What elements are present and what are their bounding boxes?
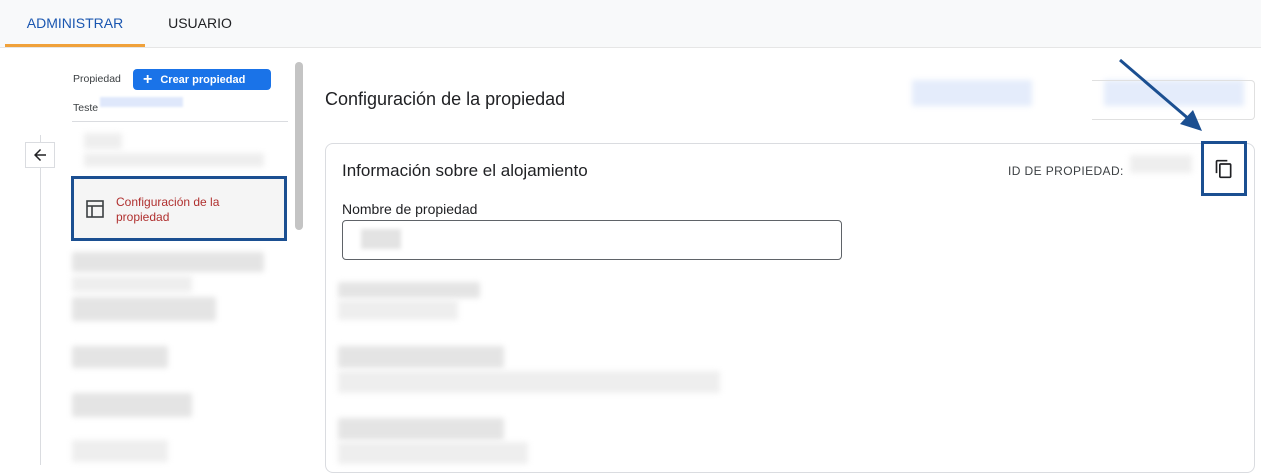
tab-usuario[interactable]: USUARIO: [150, 0, 250, 47]
redacted-nav-item: [72, 346, 168, 368]
property-name: Teste: [73, 102, 99, 114]
page-title: Configuración de la propiedad: [325, 89, 566, 109]
layout-icon: [86, 200, 104, 218]
header-info-card: [1092, 80, 1255, 120]
redacted-nav-item: [84, 133, 122, 149]
arrow-left-icon: [34, 149, 46, 161]
card-title: Información sobre el alojamiento: [342, 161, 588, 180]
redacted-setting-label: [338, 346, 504, 368]
redacted-header-info: [912, 80, 1032, 106]
property-name-input[interactable]: [342, 220, 842, 260]
plus-icon: +: [143, 70, 153, 88]
tab-administrar[interactable]: ADMINISTRAR: [5, 0, 145, 47]
redacted-setting-label: [338, 282, 480, 298]
redacted-nav-item: [72, 276, 192, 292]
redacted-setting-value: [338, 371, 720, 393]
create-property-label: Crear propiedad: [160, 73, 246, 86]
redacted-nav-item: [72, 440, 168, 462]
nav-item-property-settings[interactable]: Configuración de la propiedad: [71, 176, 287, 241]
rail-divider: [40, 135, 41, 465]
redacted-nav-item: [72, 297, 216, 321]
redacted-setting-value: [338, 300, 458, 320]
copy-property-id-button[interactable]: [1201, 141, 1247, 196]
back-button[interactable]: [25, 142, 55, 168]
redacted-setting-value: [338, 442, 528, 464]
redacted-property-id-value: [1130, 155, 1192, 173]
redacted-nav-item: [72, 393, 192, 417]
property-id-label: ID DE PROPIEDAD:: [1008, 164, 1124, 178]
redacted-nav-item: [72, 252, 264, 272]
top-tab-bar: ADMINISTRAR USUARIO: [0, 0, 1261, 48]
nav-divider: [72, 121, 288, 122]
copy-icon: [1215, 159, 1232, 178]
nav-scrollbar[interactable]: [295, 62, 303, 230]
nav-item-label: Configuración de la propiedad: [116, 195, 220, 224]
redacted-setting-label: [338, 418, 504, 440]
redacted-property-name-value: [361, 229, 401, 249]
property-label: Propiedad: [73, 73, 121, 85]
redacted-nav-item: [84, 153, 264, 167]
create-property-button[interactable]: + Crear propiedad: [133, 69, 271, 90]
property-name-field-label: Nombre de propiedad: [342, 201, 478, 217]
redacted-property-id: [100, 97, 183, 107]
